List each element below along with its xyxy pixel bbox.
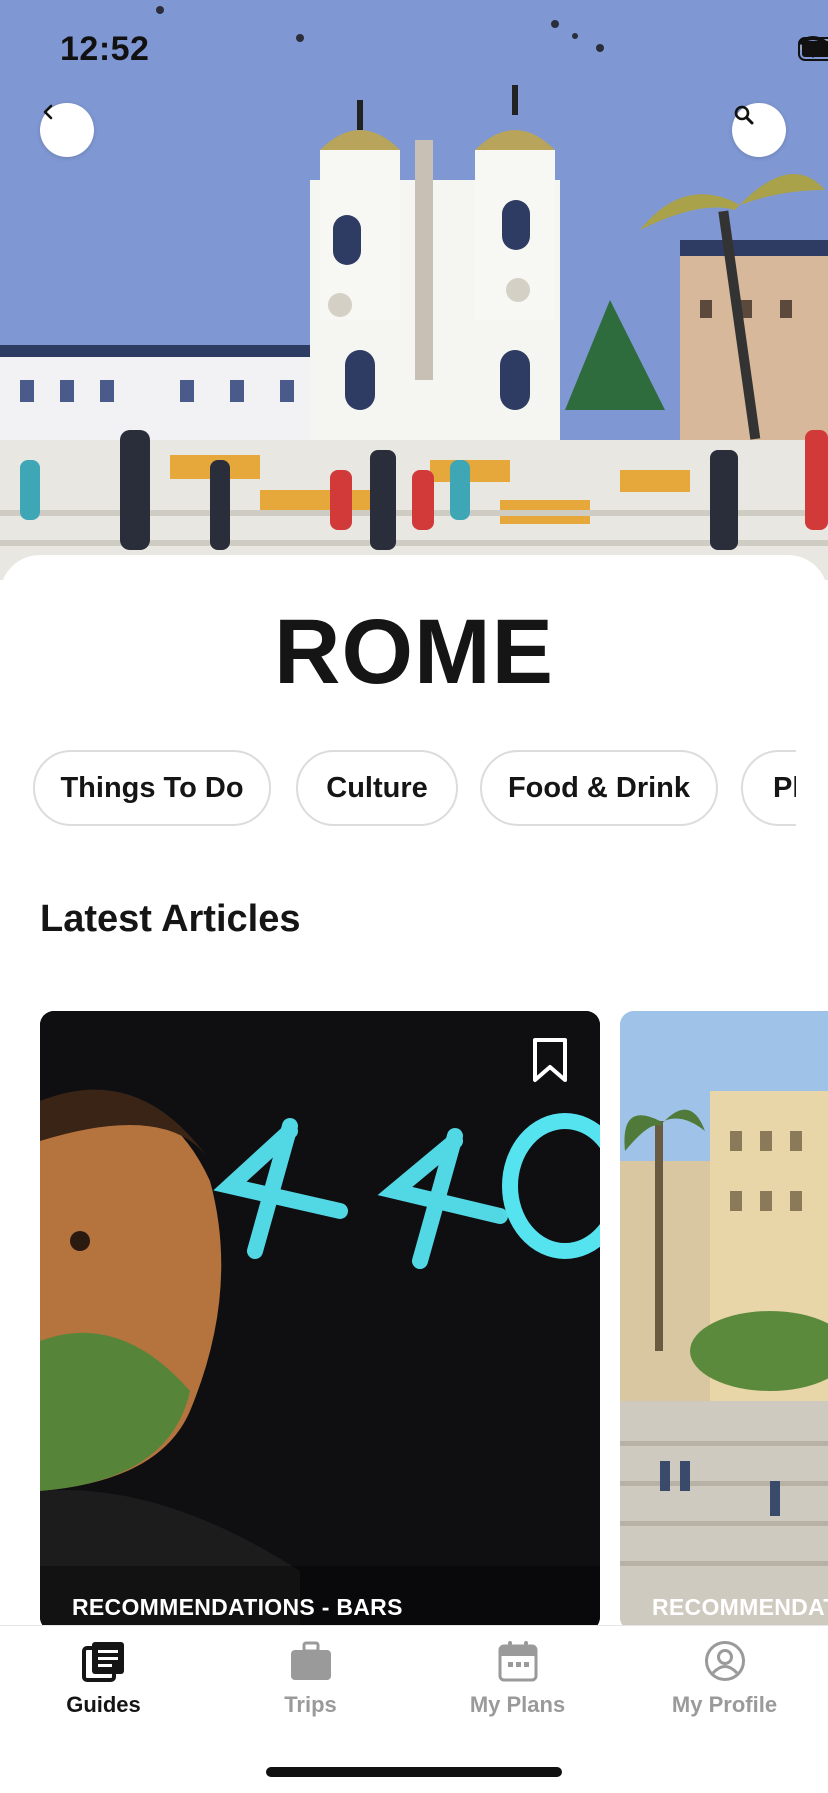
article-image — [620, 1011, 828, 1631]
status-time: 12:52 — [60, 30, 150, 68]
battery-icon — [798, 37, 828, 61]
tab-guides[interactable]: Guides — [0, 1640, 207, 1718]
tab-label: Guides — [66, 1692, 141, 1717]
bookmark-icon[interactable] — [532, 1037, 568, 1083]
tab-label: Trips — [284, 1692, 337, 1717]
tab-my-plans[interactable]: My Plans — [414, 1640, 621, 1718]
tab-trips[interactable]: Trips — [207, 1640, 414, 1718]
back-button[interactable] — [40, 103, 94, 157]
search-icon — [734, 105, 754, 125]
category-chips: Things To Do Culture Food & Drink Pl — [0, 750, 796, 830]
rome-illustration — [0, 0, 828, 580]
search-button[interactable] — [732, 103, 786, 157]
guides-icon — [81, 1642, 124, 1682]
chip-things-to-do[interactable]: Things To Do — [33, 750, 271, 826]
tab-label: My Profile — [671, 1692, 778, 1717]
calendar-icon — [498, 1641, 537, 1682]
tab-my-profile[interactable]: My Profile — [621, 1640, 828, 1718]
profile-icon — [704, 1641, 745, 1681]
chevron-left-icon — [43, 104, 53, 120]
article-image — [40, 1011, 600, 1631]
article-card[interactable]: RECOMMENDATIONS - BARS — [40, 1011, 600, 1631]
home-indicator — [266, 1767, 562, 1777]
briefcase-icon — [290, 1641, 331, 1680]
article-card[interactable]: RECOMMENDAT — [620, 1011, 828, 1631]
tab-label: My Plans — [469, 1692, 566, 1717]
hero-image: 12:52 — [0, 0, 828, 580]
tab-bar: Guides Trips My Plans My Profile — [0, 1625, 828, 1793]
chip-places[interactable]: Pl — [741, 750, 796, 826]
chip-food-drink[interactable]: Food & Drink — [480, 750, 718, 826]
latest-articles-title: Latest Articles — [40, 898, 301, 940]
city-title: ROME — [274, 601, 554, 703]
chip-culture[interactable]: Culture — [296, 750, 458, 826]
